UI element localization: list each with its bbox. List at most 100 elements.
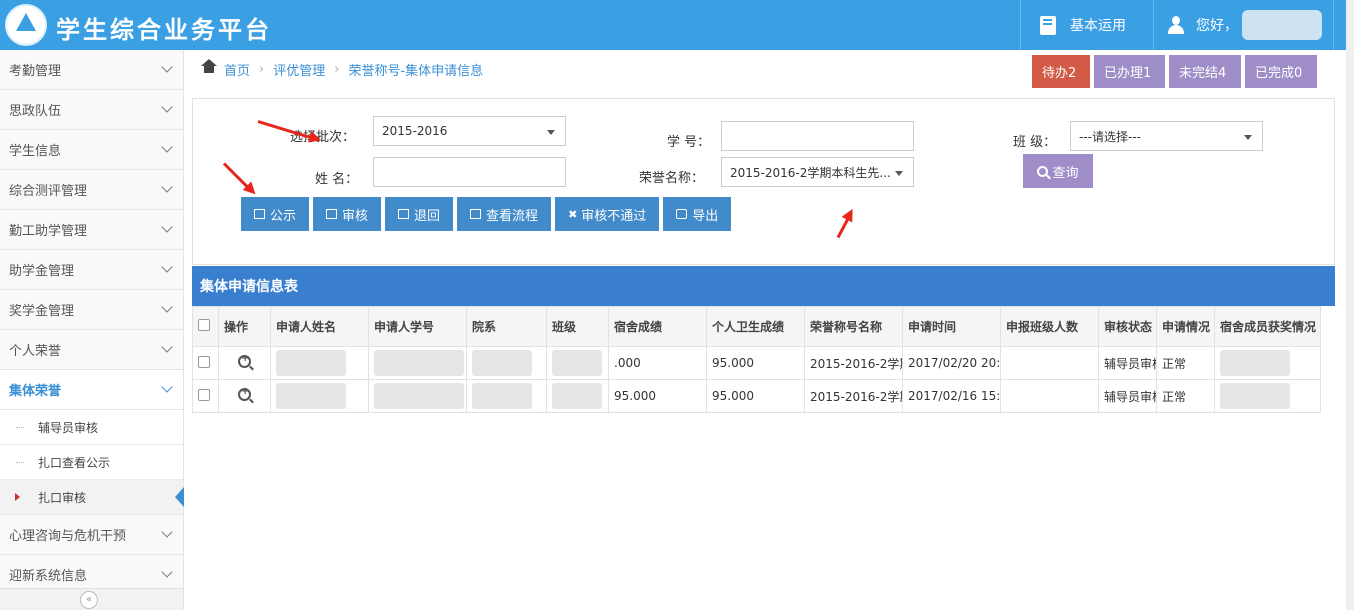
basic-apps-button[interactable]: 基本运用: [1040, 0, 1126, 50]
app-title: 学生综合业务平台: [56, 15, 272, 44]
redacted-value: [374, 383, 464, 409]
action-toolbar: 公示 审核 退回 查看流程 ✖ 审核不通过 导出: [241, 197, 732, 231]
redacted-value: [552, 350, 602, 376]
honor-label: 荣誉名称：: [639, 171, 705, 186]
query-label: 查询: [1052, 165, 1079, 181]
reject-button[interactable]: ✖ 审核不通过: [555, 197, 660, 231]
apply-time-cell: 2017/02/16 15:2: [902, 379, 1001, 413]
application-table: 操作 申请人姓名 申请人学号 院系 班级 宿舍成绩 个人卫生成绩 荣誉称号名称 …: [192, 306, 1321, 413]
search-icon: [1037, 165, 1049, 177]
divider: [1020, 0, 1021, 50]
sidebar-item-collective-honor[interactable]: 集体荣誉: [0, 370, 183, 410]
dorm-score-cell: 95.000: [608, 379, 707, 413]
column-header[interactable]: 荣誉称号名称: [804, 306, 903, 347]
redacted-value: [1220, 350, 1290, 376]
breadcrumb-level1[interactable]: 评优管理: [273, 60, 325, 79]
divider: [1153, 0, 1154, 50]
column-header[interactable]: 申请时间: [902, 306, 1001, 347]
zoom-in-icon[interactable]: [238, 386, 251, 401]
sidebar-item-grants[interactable]: 助学金管理: [0, 250, 183, 290]
sidebar-item-work-study[interactable]: 勤工助学管理: [0, 210, 183, 250]
class-select[interactable]: ---请选择---: [1070, 121, 1263, 151]
table-row[interactable]: 95.000 95.000 2015-2016-2学期 2017/02/16 1…: [192, 379, 1321, 413]
divider: [1333, 0, 1334, 50]
edit-icon: [254, 209, 265, 219]
review-status-cell: 辅导员审核: [1098, 379, 1157, 413]
name-input[interactable]: [373, 157, 566, 187]
column-header[interactable]: 院系: [466, 306, 547, 347]
sidebar-item-label: 集体荣誉: [9, 384, 62, 399]
review-label: 审核: [342, 208, 369, 224]
sidebar-subitem-view-publicity[interactable]: 扎口查看公示: [0, 445, 183, 480]
select-all-checkbox[interactable]: [198, 319, 210, 331]
collapse-sidebar-button[interactable]: «: [80, 591, 98, 609]
row-select-cell: [192, 346, 219, 380]
sidebar-item-evaluation[interactable]: 综合测评管理: [0, 170, 183, 210]
return-button[interactable]: 退回: [385, 197, 454, 231]
class-cell: [546, 346, 609, 380]
greeting-label: 您好，: [1196, 18, 1238, 34]
row-checkbox[interactable]: [198, 388, 210, 401]
chevron-down-icon: [161, 566, 173, 578]
student-no-input[interactable]: [721, 121, 914, 151]
breadcrumb-level2: 荣誉称号-集体申请信息: [348, 64, 484, 79]
sidebar-item-personal-honor[interactable]: 个人荣誉: [0, 330, 183, 370]
applicant-id-cell: [368, 346, 467, 380]
book-icon: [1040, 15, 1056, 35]
export-button[interactable]: 导出: [663, 197, 732, 231]
review-button[interactable]: 审核: [313, 197, 382, 231]
column-header[interactable]: 申请人姓名: [270, 306, 369, 347]
class-value: ---请选择---: [1079, 129, 1141, 144]
class-count-cell: [1000, 379, 1099, 413]
dorm-awards-cell: [1214, 379, 1321, 413]
chevron-down-icon: [161, 301, 173, 313]
honor-select[interactable]: 2015-2016-2学期本科生先...: [721, 157, 914, 187]
sidebar-item-label: 考勤管理: [9, 64, 62, 79]
chevron-down-icon: [161, 526, 173, 538]
column-header[interactable]: 宿舍成绩: [608, 306, 707, 347]
column-header[interactable]: 个人卫生成绩: [706, 306, 805, 347]
sidebar-subitem-final-review[interactable]: 扎口审核: [0, 480, 184, 515]
sidebar-item-psych[interactable]: 心理咨询与危机干预: [0, 515, 183, 555]
unfinished-badge[interactable]: 未完结4: [1169, 55, 1241, 88]
zoom-in-icon[interactable]: [238, 353, 251, 368]
column-header[interactable]: 班级: [546, 306, 609, 347]
row-select-cell: [192, 379, 219, 413]
user-menu[interactable]: 您好，: [1168, 0, 1322, 50]
redacted-value: [374, 350, 464, 376]
column-header[interactable]: 申报班级人数: [1000, 306, 1099, 347]
batch-select[interactable]: 2015-2016: [373, 116, 566, 146]
sidebar-subitem-counselor-review[interactable]: 辅导员审核: [0, 410, 183, 445]
table-title: 集体申请信息表: [200, 279, 298, 295]
done-badge[interactable]: 已完成0: [1245, 55, 1317, 88]
sidebar-item-attendance[interactable]: 考勤管理: [0, 50, 183, 90]
home-icon: [201, 58, 217, 76]
sidebar-item-ideology[interactable]: 思政队伍: [0, 90, 183, 130]
query-button[interactable]: 查询: [1023, 154, 1093, 188]
table-row[interactable]: .000 95.000 2015-2016-2学期 2017/02/20 20:…: [192, 346, 1321, 380]
row-checkbox[interactable]: [198, 355, 210, 368]
breadcrumb-home[interactable]: 首页: [224, 60, 250, 79]
page-scrollbar[interactable]: [1346, 0, 1354, 610]
export-icon: [676, 209, 688, 219]
student-no-label: 学 号：: [667, 135, 711, 150]
sidebar-item-label: 个人荣誉: [9, 344, 62, 359]
class-count-cell: [1000, 346, 1099, 380]
column-header[interactable]: 审核状态: [1098, 306, 1157, 347]
reject-label: 审核不通过: [581, 208, 647, 224]
return-label: 退回: [414, 208, 441, 224]
department-cell: [466, 379, 547, 413]
view-flow-button[interactable]: 查看流程: [457, 197, 552, 231]
column-header[interactable]: 宿舍成员获奖情况: [1214, 306, 1321, 347]
sidebar-item-scholarship[interactable]: 奖学金管理: [0, 290, 183, 330]
publish-label: 公示: [270, 208, 297, 224]
publish-button[interactable]: 公示: [241, 197, 310, 231]
column-header[interactable]: 申请人学号: [368, 306, 467, 347]
handled-badge[interactable]: 已办理1: [1094, 55, 1165, 88]
breadcrumb: 首页 › 评优管理 › 荣誉称号-集体申请信息: [201, 58, 484, 79]
column-header[interactable]: 申请情况: [1156, 306, 1215, 347]
edit-icon: [398, 209, 410, 219]
situation-cell: 正常: [1156, 379, 1215, 413]
todo-badge[interactable]: 待办2: [1032, 55, 1090, 88]
sidebar-item-student-info[interactable]: 学生信息: [0, 130, 183, 170]
